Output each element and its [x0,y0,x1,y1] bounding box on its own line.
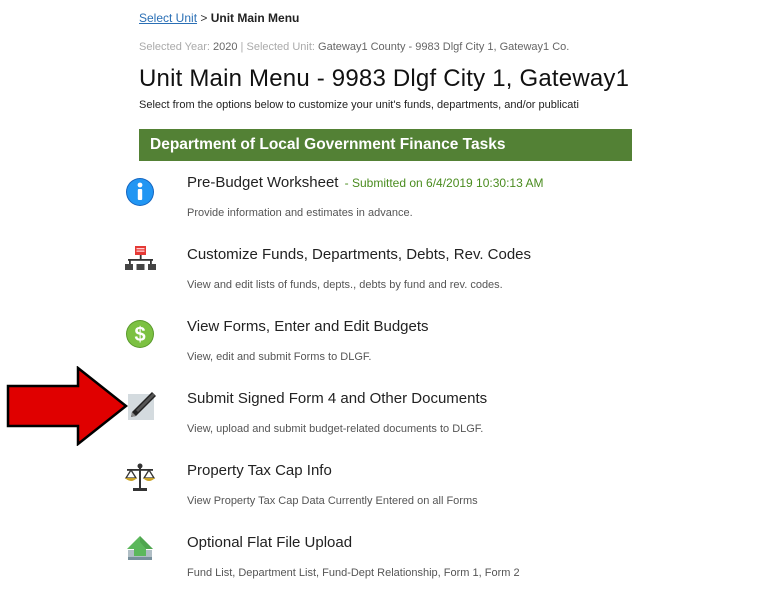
breadcrumb-select-unit-link[interactable]: Select Unit [139,11,197,25]
svg-text:$: $ [134,324,145,346]
red-arrow-annotation [6,366,129,446]
selected-unit-label: Selected Unit: [246,41,315,53]
task-description: View Property Tax Cap Data Currently Ent… [187,495,478,507]
submission-status: - Submitted on 6/4/2019 10:30:13 AM [344,176,544,190]
task-title[interactable]: View Forms, Enter and Edit Budgets [187,316,429,338]
dollar-icon[interactable]: $ [122,316,158,352]
breadcrumb-separator: > [197,11,211,25]
task-description: Fund List, Department List, Fund-Dept Re… [187,567,520,579]
section-header: Department of Local Government Finance T… [139,129,632,161]
breadcrumb: Select Unit > Unit Main Menu [139,11,299,25]
task-title[interactable]: Customize Funds, Departments, Debts, Rev… [187,244,531,266]
task-pre-budget-worksheet: Pre-Budget Worksheet - Submitted on 6/4/… [0,172,765,232]
task-title[interactable]: Optional Flat File Upload [187,532,352,554]
task-title[interactable]: Pre-Budget Worksheet - Submitted on 6/4/… [187,172,543,194]
info-icon[interactable] [122,172,158,208]
selected-unit-value: Gateway1 County - 9983 Dlgf City 1, Gate… [318,41,570,53]
scales-icon[interactable] [122,460,158,496]
selected-year-label: Selected Year: [139,41,210,53]
task-property-tax-cap: Property Tax Cap Info View Property Tax … [0,460,765,520]
page-subtitle: Select from the options below to customi… [139,99,579,111]
task-title-text[interactable]: Pre-Budget Worksheet [187,174,338,191]
upload-icon[interactable] [122,532,158,568]
org-chart-icon[interactable] [122,244,158,280]
task-description: Provide information and estimates in adv… [187,207,413,219]
breadcrumb-current: Unit Main Menu [210,11,300,25]
task-title[interactable]: Property Tax Cap Info [187,460,332,482]
task-description: View, edit and submit Forms to DLGF. [187,351,372,363]
task-description: View, upload and submit budget-related d… [187,423,484,435]
task-flat-file-upload: Optional Flat File Upload Fund List, Dep… [0,532,765,592]
selection-summary: Selected Year: 2020 | Selected Unit: Gat… [139,41,569,53]
page-title: Unit Main Menu - 9983 Dlgf City 1, Gatew… [139,65,630,92]
task-description: View and edit lists of funds, depts., de… [187,279,503,291]
task-customize-funds: Customize Funds, Departments, Debts, Rev… [0,244,765,304]
selected-year-value: 2020 [213,41,238,53]
task-title[interactable]: Submit Signed Form 4 and Other Documents [187,388,487,410]
